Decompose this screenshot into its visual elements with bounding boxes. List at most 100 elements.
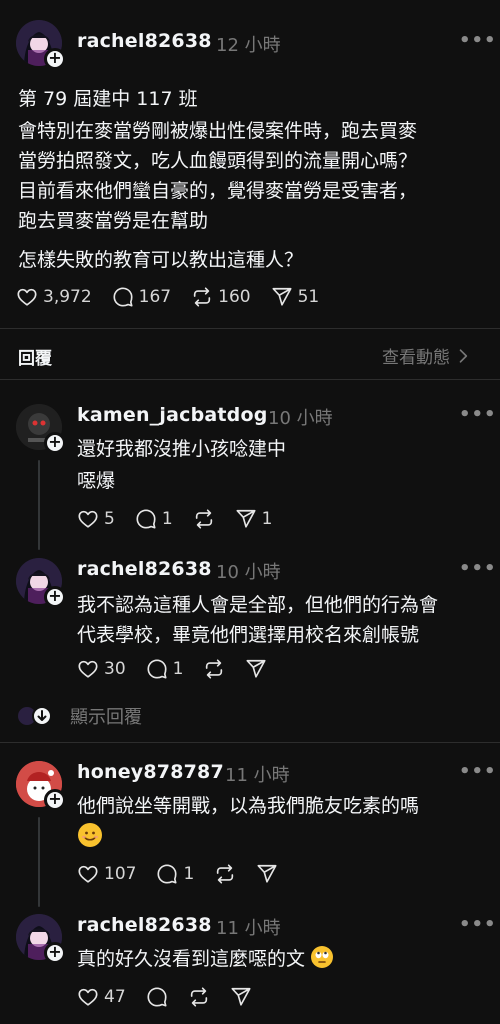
like-button[interactable]: 3,972 [16,286,92,308]
more-icon[interactable]: ••• [459,404,497,425]
post-actions: 3,972 167 160 51 [16,286,339,308]
show-replies-label: 顯示回覆 [70,707,142,728]
rolling-eyes-emoji-icon [311,946,334,968]
repost-button[interactable] [188,986,210,1008]
like-button[interactable]: 5 [77,508,115,530]
like-count: 107 [104,864,137,884]
post-time: 12 小時 [216,35,281,56]
send-icon [271,286,293,308]
more-icon[interactable]: ••• [459,30,497,51]
follow-plus-icon[interactable]: + [44,586,66,608]
send-icon [256,863,278,885]
post-text-line: 跑去買麥當勞是在幫助 [18,210,209,232]
follow-plus-icon[interactable]: + [44,942,66,964]
share-button[interactable] [256,863,278,885]
reply-actions: 47 [77,986,272,1008]
heart-icon [77,658,99,680]
repost-icon [188,986,210,1008]
reply-text-line: 真的好久沒看到這麼噁的文 [77,944,334,971]
reply-item: + honey878787 11 小時 ••• 他們說坐等開戰，以為我們脆友吃素… [0,743,500,908]
like-count: 3,972 [43,287,92,307]
comment-count: 1 [183,864,195,884]
reply-time: 11 小時 [225,765,290,786]
comment-button[interactable]: 1 [135,508,173,530]
send-icon [245,658,267,680]
repost-button[interactable] [214,863,236,885]
replies-label: 回覆 [18,349,52,369]
comment-icon [112,286,134,308]
share-button[interactable]: 1 [235,508,273,530]
reply-item: + rachel82638 11 小時 ••• 真的好久沒看到這麼噁的文 47 [0,908,500,1024]
comment-button[interactable]: 1 [156,863,194,885]
arrow-down-icon [32,706,52,726]
reply-actions: 107 1 [77,863,298,885]
send-icon [235,508,257,530]
reply-username[interactable]: rachel82638 [77,558,212,580]
share-count: 1 [261,509,273,529]
reply-time: 10 小時 [268,408,333,429]
reply-text-line: 噁爆 [77,470,116,492]
repost-button[interactable] [203,658,225,680]
share-button[interactable]: 51 [271,286,320,308]
repost-icon [191,286,213,308]
reply-username[interactable]: kamen_jacbatdog [77,404,268,426]
main-post: + rachel82638 12 小時 ••• 第 79 屆建中 117 班 會… [0,0,500,330]
reply-text-line: 他們說坐等開戰，以為我們脆友吃素的嗎 [77,795,420,817]
comment-count: 1 [172,659,184,679]
post-text-line: 第 79 屆建中 117 班 [18,88,198,110]
share-button[interactable] [230,986,252,1008]
thread-line [38,817,40,907]
heart-icon [77,986,99,1008]
post-text-line: 當勞拍照發文，吃人血饅頭得到的流量開心嗎？ [18,150,418,172]
comment-count: 1 [161,509,173,529]
reply-time: 10 小時 [216,562,281,583]
heart-icon [16,286,38,308]
follow-plus-icon[interactable]: + [44,789,66,811]
send-icon [230,986,252,1008]
share-count: 51 [297,287,320,307]
smile-emoji-icon [78,823,102,847]
show-replies-button[interactable]: 顯示回覆 [18,703,142,729]
comment-button[interactable]: 1 [146,658,184,680]
heart-icon [77,508,99,530]
share-button[interactable] [245,658,267,680]
reply-text-line: 還好我都沒推小孩唸建中 [77,438,287,460]
like-button[interactable]: 47 [77,986,126,1008]
like-button[interactable]: 107 [77,863,136,885]
repost-icon [203,658,225,680]
repost-button[interactable]: 160 [191,286,251,308]
post-username[interactable]: rachel82638 [77,30,212,52]
reply-item: + rachel82638 10 小時 ••• 我不認為這種人會是全部，但他們的… [0,550,500,690]
like-count: 47 [104,987,126,1007]
reply-time: 11 小時 [216,918,281,939]
heart-icon [77,863,99,885]
reply-actions: 5 1 1 [77,508,292,530]
like-button[interactable]: 30 [77,658,126,680]
reply-username[interactable]: honey878787 [77,761,224,783]
repost-icon [214,863,236,885]
follow-plus-icon[interactable]: + [44,432,66,454]
more-icon[interactable]: ••• [459,914,497,935]
like-count: 5 [104,509,115,529]
more-icon[interactable]: ••• [459,761,497,782]
reply-text-line: 我不認為這種人會是全部，但他們的行為會 [77,594,439,616]
comment-button[interactable]: 167 [112,286,171,308]
like-count: 30 [104,659,126,679]
repost-button[interactable] [193,508,215,530]
repost-icon [193,508,215,530]
view-activity-link[interactable]: 查看動態 [382,343,473,368]
reply-text-line: 代表學校，畢竟他們選擇用校名來創帳號 [77,624,420,646]
follow-plus-icon[interactable]: + [44,48,66,70]
reply-username[interactable]: rachel82638 [77,914,212,936]
comment-icon [135,508,157,530]
repost-count: 160 [218,287,251,307]
comment-icon [146,658,168,680]
view-activity-label: 查看動態 [382,348,450,368]
thread-line [38,460,40,550]
post-text-line: 會特別在麥當勞剛被爆出性侵案件時，跑去買麥 [18,120,418,142]
replies-bar: 回覆 查看動態 [0,329,500,379]
reply-actions: 30 1 [77,658,287,680]
comment-count: 167 [138,287,172,307]
more-icon[interactable]: ••• [459,558,497,579]
comment-button[interactable] [146,986,168,1008]
